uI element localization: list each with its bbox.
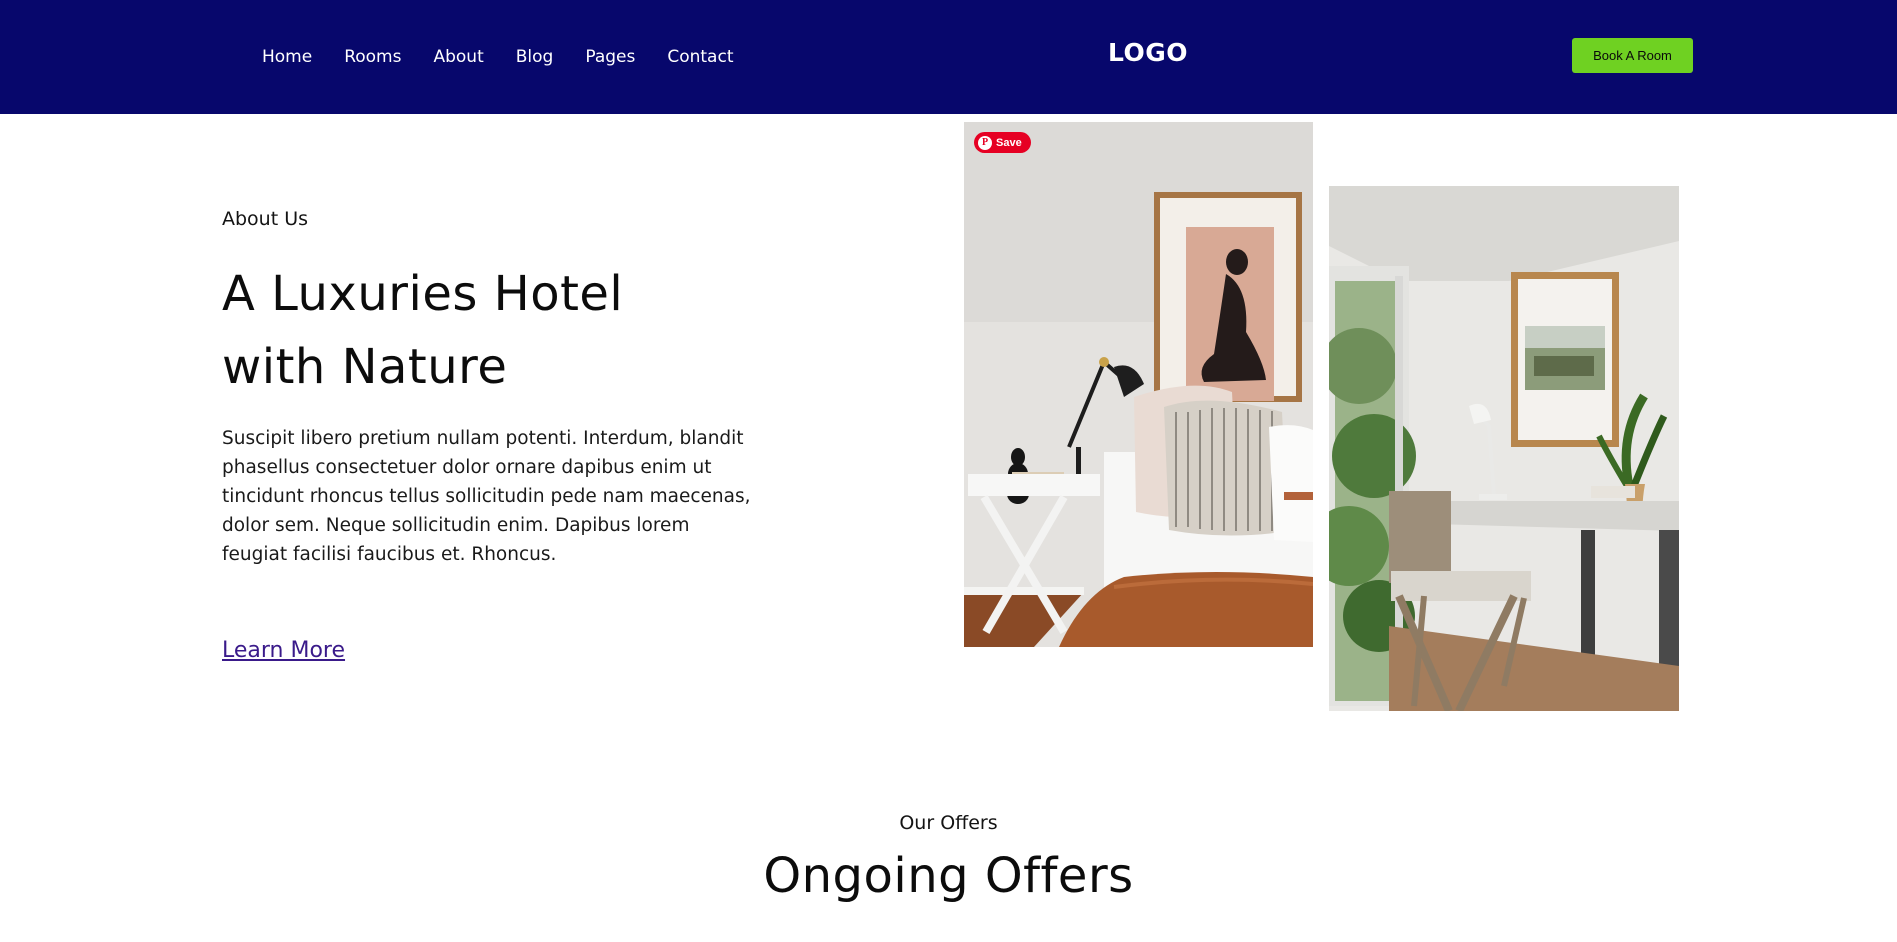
nav-blog[interactable]: Blog bbox=[516, 47, 554, 67]
about-title: A Luxuries Hotel with Nature bbox=[222, 258, 742, 404]
nav-home[interactable]: Home bbox=[262, 47, 312, 67]
nav-rooms[interactable]: Rooms bbox=[344, 47, 401, 67]
bedroom-illustration bbox=[964, 122, 1313, 647]
about-description: Suscipit libero pretium nullam potenti. … bbox=[222, 428, 751, 565]
nav-about[interactable]: About bbox=[433, 47, 483, 67]
about-eyebrow: About Us bbox=[222, 208, 309, 230]
main-nav: Home Rooms About Blog Pages Contact bbox=[262, 0, 733, 114]
learn-more-link[interactable]: Learn More bbox=[222, 638, 345, 663]
site-header: Home Rooms About Blog Pages Contact LOGO… bbox=[0, 0, 1897, 114]
study-photo bbox=[1329, 186, 1679, 711]
about-title-line2: with Nature bbox=[222, 339, 508, 395]
offers-eyebrow: Our Offers bbox=[899, 812, 998, 834]
about-title-line1: A Luxuries Hotel bbox=[222, 266, 624, 322]
offers-title: Ongoing Offers bbox=[763, 848, 1134, 904]
nav-contact[interactable]: Contact bbox=[667, 47, 733, 67]
nav-pages[interactable]: Pages bbox=[585, 47, 635, 67]
bedroom-photo: P Save bbox=[964, 122, 1313, 647]
study-illustration bbox=[1329, 186, 1679, 711]
pinterest-save-label: Save bbox=[996, 136, 1022, 149]
pinterest-icon: P bbox=[978, 135, 992, 150]
site-logo[interactable]: LOGO bbox=[1100, 38, 1196, 67]
book-room-button[interactable]: Book A Room bbox=[1572, 38, 1693, 73]
pinterest-save-button[interactable]: P Save bbox=[974, 132, 1031, 153]
